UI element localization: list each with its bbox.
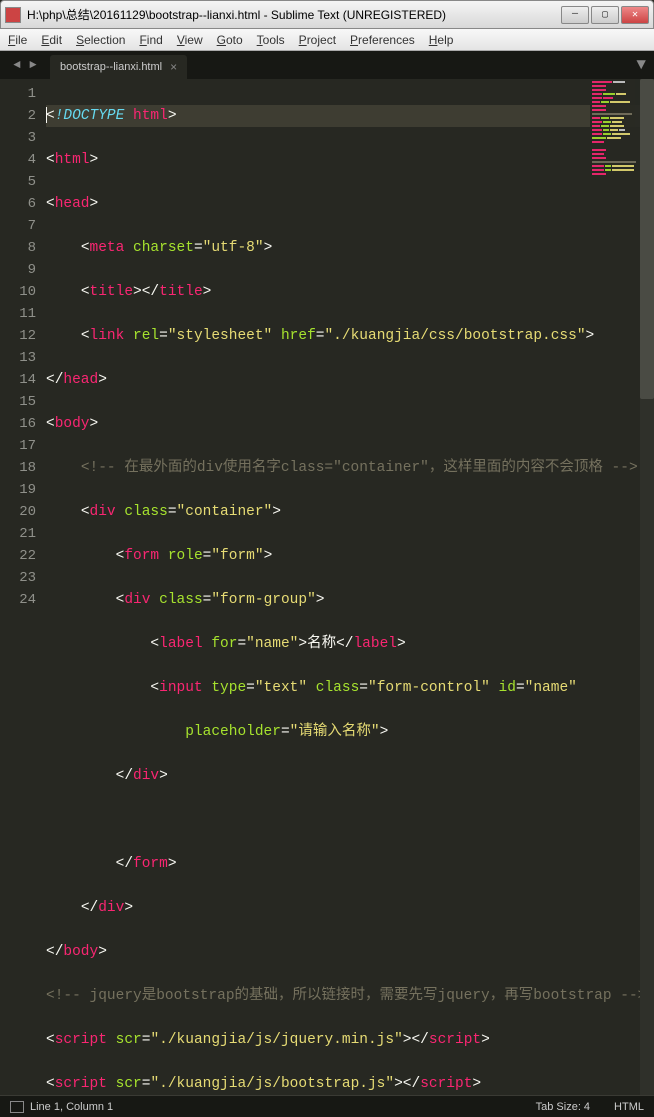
line-number: 22 <box>6 545 36 567</box>
tab-dropdown-icon[interactable]: ▼ <box>636 56 646 74</box>
line-number: 17 <box>6 435 36 457</box>
line-number: 6 <box>6 193 36 215</box>
line-number: 14 <box>6 369 36 391</box>
menu-selection[interactable]: Selection <box>76 33 125 47</box>
line-number: 21 <box>6 523 36 545</box>
tab-strip: ◄ ► bootstrap--lianxi.html × ▼ <box>0 51 654 79</box>
line-number: 10 <box>6 281 36 303</box>
line-number: 15 <box>6 391 36 413</box>
menu-preferences[interactable]: Preferences <box>350 33 415 47</box>
line-number: 16 <box>6 413 36 435</box>
line-number: 11 <box>6 303 36 325</box>
menu-find[interactable]: Find <box>139 33 162 47</box>
statusbar: Line 1, Column 1 Tab Size: 4 HTML <box>0 1095 654 1117</box>
window-title: H:\php\总结\20161129\bootstrap--lianxi.htm… <box>27 6 561 23</box>
status-position[interactable]: Line 1, Column 1 <box>30 1101 113 1113</box>
menu-view[interactable]: View <box>177 33 203 47</box>
vertical-scrollbar[interactable] <box>640 79 654 1095</box>
maximize-button[interactable]: ▢ <box>591 6 619 24</box>
minimap[interactable] <box>590 79 640 199</box>
line-number: 4 <box>6 149 36 171</box>
menu-edit[interactable]: Edit <box>41 33 62 47</box>
line-number: 23 <box>6 567 36 589</box>
line-number: 12 <box>6 325 36 347</box>
tab-nav-arrows: ◄ ► <box>10 58 40 72</box>
window-controls: — ▢ ✕ <box>561 6 649 24</box>
code-content[interactable]: <!DOCTYPE html> <html> <head> <meta char… <box>46 79 654 1095</box>
minimize-button[interactable]: — <box>561 6 589 24</box>
line-number: 2 <box>6 105 36 127</box>
tab-active[interactable]: bootstrap--lianxi.html × <box>50 55 187 79</box>
panel-switcher-icon[interactable] <box>10 1101 24 1113</box>
line-number-gutter: 1 2 3 4 5 6 7 8 9 10 11 12 13 14 15 16 1… <box>0 79 46 1095</box>
menu-project[interactable]: Project <box>299 33 336 47</box>
menu-help[interactable]: Help <box>429 33 454 47</box>
line-number: 18 <box>6 457 36 479</box>
close-button[interactable]: ✕ <box>621 6 649 24</box>
tab-label: bootstrap--lianxi.html <box>60 61 162 73</box>
line-number: 1 <box>6 83 36 105</box>
menu-tools[interactable]: Tools <box>257 33 285 47</box>
line-number: 20 <box>6 501 36 523</box>
menu-file[interactable]: File <box>8 33 27 47</box>
editor-area[interactable]: 1 2 3 4 5 6 7 8 9 10 11 12 13 14 15 16 1… <box>0 79 654 1095</box>
menu-goto[interactable]: Goto <box>217 33 243 47</box>
window-titlebar: H:\php\总结\20161129\bootstrap--lianxi.htm… <box>0 0 654 29</box>
nav-forward-icon[interactable]: ► <box>26 58 40 72</box>
nav-back-icon[interactable]: ◄ <box>10 58 24 72</box>
line-number: 24 <box>6 589 36 611</box>
line-number: 13 <box>6 347 36 369</box>
status-tabsize[interactable]: Tab Size: 4 <box>536 1101 590 1113</box>
line-number: 9 <box>6 259 36 281</box>
scrollbar-thumb[interactable] <box>640 79 654 399</box>
tab-close-icon[interactable]: × <box>170 60 177 74</box>
menubar: File Edit Selection Find View Goto Tools… <box>0 29 654 51</box>
line-number: 19 <box>6 479 36 501</box>
line-number: 3 <box>6 127 36 149</box>
status-syntax[interactable]: HTML <box>614 1101 644 1113</box>
line-number: 7 <box>6 215 36 237</box>
app-icon <box>5 7 21 23</box>
line-number: 5 <box>6 171 36 193</box>
line-number: 8 <box>6 237 36 259</box>
